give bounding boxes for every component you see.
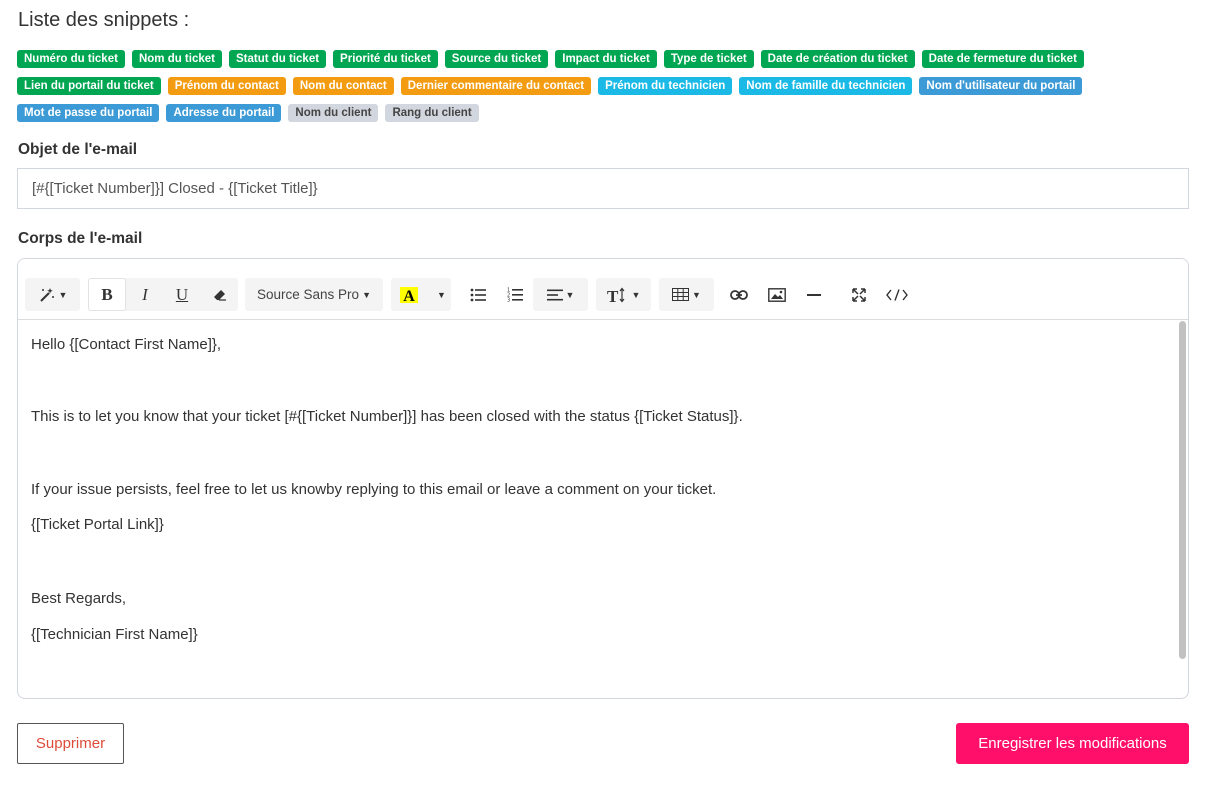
snippet-row-1: Numéro du ticket Nom du ticket Statut du… (17, 50, 1084, 68)
unordered-list-icon[interactable] (459, 278, 497, 311)
snippet-chip[interactable]: Rang du client (385, 104, 479, 122)
code-view-icon[interactable] (878, 278, 916, 311)
link-icon[interactable] (720, 278, 758, 311)
snippet-chip[interactable]: Mot de passe du portail (17, 104, 160, 122)
italic-icon[interactable]: I (126, 278, 164, 311)
snippet-chip[interactable]: Type de ticket (663, 50, 754, 68)
hr-icon[interactable] (795, 278, 833, 311)
snippet-chip[interactable]: Adresse du portail (166, 104, 282, 122)
font-family-label: Source Sans Pro (257, 287, 360, 302)
body-line: If your issue persists, feel free to let… (31, 481, 717, 498)
body-line: {[Technician First Name]} (31, 626, 198, 643)
svg-text:A: A (403, 288, 415, 305)
editor-toolbar: ▼ B I U Source Sans Pro ▼ A ▼ 123 ▼ T ▼ … (18, 259, 1188, 320)
body-line: This is to let you know that your ticket… (31, 408, 743, 425)
svg-text:T: T (607, 287, 619, 303)
ordered-list-icon[interactable]: 123 (496, 278, 534, 311)
snippet-row-2: Lien du portail du ticket Prénom du cont… (17, 77, 1083, 95)
eraser-icon[interactable] (201, 278, 239, 311)
color-dropdown-icon[interactable]: ▼ (429, 278, 451, 311)
fullscreen-icon[interactable] (840, 278, 878, 311)
table-icon[interactable]: ▼ (659, 278, 714, 311)
snippet-chip[interactable]: Numéro du ticket (17, 50, 125, 68)
underline-icon[interactable]: U (163, 278, 201, 311)
svg-text:3: 3 (507, 298, 510, 303)
snippet-chip[interactable]: Source du ticket (444, 50, 549, 68)
snippets-title: Liste des snippets : (18, 9, 190, 31)
magic-icon[interactable]: ▼ (25, 278, 80, 311)
align-icon[interactable]: ▼ (533, 278, 588, 311)
chevron-down-icon: ▼ (692, 289, 701, 300)
body-line: Best Regards, (31, 590, 127, 607)
image-icon[interactable] (758, 278, 796, 311)
highlight-icon[interactable]: A (391, 278, 427, 311)
snippet-chip[interactable]: Statut du ticket (228, 50, 327, 68)
subject-label: Objet de l'e-mail (18, 141, 138, 158)
email-body-editor: ▼ B I U Source Sans Pro ▼ A ▼ 123 ▼ T ▼ … (17, 258, 1189, 699)
save-changes-button[interactable]: Enregistrer les modifications (956, 723, 1189, 764)
font-family-select[interactable]: Source Sans Pro ▼ (245, 278, 383, 311)
snippet-chip[interactable]: Dernier commentaire du contact (400, 77, 592, 95)
bold-icon[interactable]: B (88, 278, 126, 311)
snippet-chip[interactable]: Nom du contact (292, 77, 394, 95)
body-label: Corps de l'e-mail (18, 230, 143, 247)
snippet-chip[interactable]: Date de fermeture du ticket (921, 50, 1084, 68)
subject-input[interactable] (17, 168, 1189, 209)
snippet-chip[interactable]: Impact du ticket (555, 50, 657, 68)
editor-scrollbar[interactable] (1179, 321, 1186, 659)
snippet-chip[interactable]: Nom du client (288, 104, 379, 122)
snippet-chip[interactable]: Lien du portail du ticket (17, 77, 161, 95)
snippet-chip[interactable]: Nom d'utilisateur du portail (919, 77, 1083, 95)
snippet-chip[interactable]: Priorité du ticket (333, 50, 438, 68)
delete-button[interactable]: Supprimer (17, 723, 124, 764)
snippet-chip[interactable]: Prénom du technicien (598, 77, 733, 95)
chevron-down-icon: ▼ (437, 289, 446, 300)
body-line: Hello {[Contact First Name]}, (31, 336, 222, 353)
snippet-chip[interactable]: Nom de famille du technicien (739, 77, 913, 95)
chevron-down-icon: ▼ (58, 289, 68, 300)
chevron-down-icon: ▼ (565, 289, 575, 300)
editor-content[interactable]: Hello {[Contact First Name]}, This is to… (18, 320, 1188, 698)
snippet-chip[interactable]: Date de création du ticket (760, 50, 915, 68)
body-line: {[Ticket Portal Link]} (31, 516, 164, 533)
snippet-chip[interactable]: Prénom du contact (167, 77, 286, 95)
font-size-icon[interactable]: T ▼ (596, 278, 651, 311)
chevron-down-icon: ▼ (362, 289, 371, 300)
snippet-row-3: Mot de passe du portail Adresse du porta… (17, 104, 479, 122)
chevron-down-icon: ▼ (631, 289, 641, 300)
snippet-chip[interactable]: Nom du ticket (131, 50, 222, 68)
